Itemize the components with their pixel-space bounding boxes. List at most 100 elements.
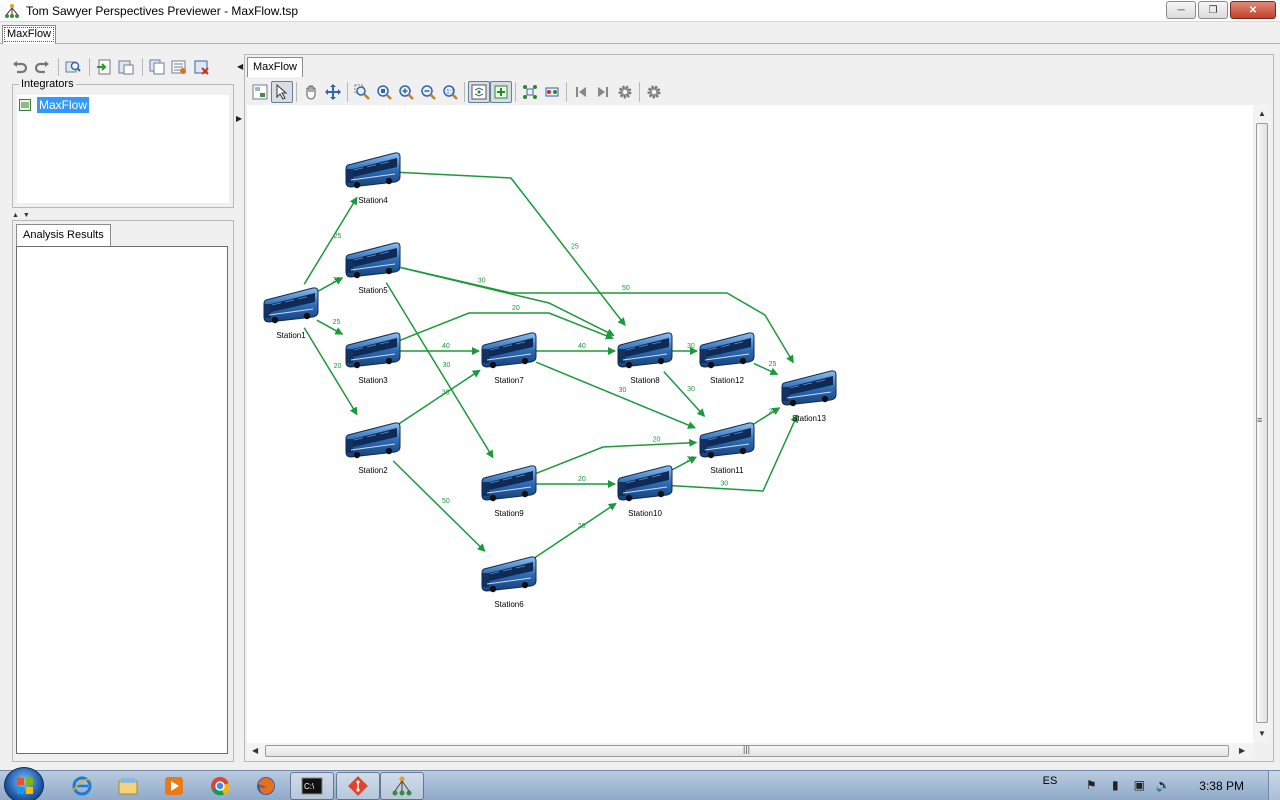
taskbar-git[interactable] <box>336 772 380 800</box>
copy-button[interactable] <box>147 57 167 77</box>
settings-button[interactable] <box>614 81 636 103</box>
taskbar-media-player[interactable] <box>152 772 196 800</box>
first-step-button[interactable] <box>570 81 592 103</box>
edge-n1-n2[interactable] <box>303 327 358 416</box>
taskbar-perspectives[interactable] <box>380 772 424 800</box>
scroll-down-icon[interactable]: ▼ <box>1258 729 1266 738</box>
edge-n8-n11[interactable] <box>663 371 706 417</box>
taskbar-clock[interactable]: 3:38 PM <box>1199 779 1244 793</box>
panel-splitter[interactable]: ◀ ▶ <box>236 52 243 764</box>
find-button[interactable] <box>63 57 83 77</box>
zoom-in-button[interactable] <box>395 81 417 103</box>
taskbar-console[interactable]: C:\ <box>290 772 334 800</box>
edge-n5-n9[interactable] <box>385 282 494 459</box>
zoom-area-button[interactable] <box>351 81 373 103</box>
action-center-icon[interactable]: ⚑ <box>1083 778 1099 794</box>
bus-icon <box>617 465 673 502</box>
tab-maxflow-graph[interactable]: MaxFlow <box>247 57 304 77</box>
node-station2[interactable]: Station2 <box>345 422 401 475</box>
node-station12[interactable]: Station12 <box>699 332 755 385</box>
volume-icon[interactable]: 🔈 <box>1155 778 1171 794</box>
last-step-button[interactable] <box>592 81 614 103</box>
overview-button[interactable] <box>249 81 271 103</box>
layout-button[interactable] <box>490 81 512 103</box>
splitter-arrows[interactable]: ▲▼ <box>12 212 34 219</box>
edge-n2-n6[interactable] <box>392 460 486 552</box>
edge-capacity-label: 20 <box>653 437 661 444</box>
edge-capacity-label: 30 <box>687 456 695 463</box>
undo-icon <box>13 61 28 74</box>
delete-button[interactable] <box>191 57 211 77</box>
last-icon <box>598 87 608 97</box>
node-station11[interactable]: Station11 <box>699 422 755 475</box>
node-station8[interactable]: Station8 <box>617 332 673 385</box>
taskbar-firefox[interactable] <box>244 772 288 800</box>
scroll-up-icon[interactable]: ▲ <box>1258 109 1266 118</box>
pan-tool-button[interactable] <box>300 81 322 103</box>
edge-n6-n10[interactable] <box>533 502 617 560</box>
restore-button[interactable]: ❐ <box>1198 1 1228 19</box>
zoom-out-icon <box>421 85 436 100</box>
edge-capacity-label: 50 <box>622 285 630 292</box>
node-station7[interactable]: Station7 <box>481 332 537 385</box>
network-icon[interactable]: ▣ <box>1131 778 1147 794</box>
import-button[interactable] <box>94 57 114 77</box>
integrator-item-maxflow[interactable]: MaxFlow <box>19 97 90 113</box>
close-button[interactable]: ✕ <box>1230 1 1276 19</box>
toolbar-separator <box>639 82 640 102</box>
graph-canvas[interactable]: 25 30 25 20 25 50 30 30 40 20 30 50 40 30 30 30 25 20 20 20… <box>247 105 1255 743</box>
node-station3[interactable]: Station3 <box>345 332 401 385</box>
node-station10[interactable]: Station10 <box>617 465 673 518</box>
edge-capacity-label: 20 <box>769 408 777 415</box>
battery-icon[interactable]: ▮ <box>1107 778 1123 794</box>
taskbar-file-explorer[interactable] <box>106 772 150 800</box>
start-button[interactable] <box>4 767 44 800</box>
title-bar: Tom Sawyer Perspectives Previewer - MaxF… <box>0 0 1280 22</box>
node-station13[interactable]: Station13 <box>781 370 837 423</box>
options-button[interactable] <box>643 81 665 103</box>
undo-button[interactable] <box>10 57 30 77</box>
grip-icon: ≡ <box>1257 415 1263 425</box>
node-station6[interactable]: Station6 <box>481 556 537 609</box>
edge-n7-n11[interactable] <box>535 361 696 429</box>
taskbar-chrome[interactable] <box>198 772 242 800</box>
show-desktop-button[interactable] <box>1268 771 1280 800</box>
zoom-actual-button[interactable]: 1:1 <box>439 81 461 103</box>
scroll-right-icon[interactable]: ▶ <box>1239 746 1245 755</box>
edge-n4-n8[interactable] <box>399 171 626 327</box>
zoom-out-button[interactable] <box>417 81 439 103</box>
edge-capacity-label: 40 <box>578 343 586 350</box>
select-tool-button[interactable] <box>271 81 293 103</box>
vertical-scrollbar[interactable]: ▲ ≡ ▼ <box>1253 105 1271 743</box>
move-tool-button[interactable] <box>322 81 344 103</box>
internet-explorer-icon <box>72 776 92 796</box>
zoom-to-fit-button[interactable] <box>373 81 395 103</box>
minimize-button[interactable]: ─ <box>1166 1 1196 19</box>
move-icon <box>325 84 341 100</box>
node-station1[interactable]: Station1 <box>263 287 319 340</box>
properties-button[interactable] <box>169 57 189 77</box>
export-button[interactable] <box>116 57 136 77</box>
language-indicator[interactable]: ES <box>1043 775 1058 787</box>
import-icon <box>97 59 111 75</box>
tab-maxflow-document[interactable]: MaxFlow <box>2 25 57 44</box>
taskbar-internet-explorer[interactable] <box>60 772 104 800</box>
integrators-tree: MaxFlow <box>17 95 229 203</box>
bus-icon <box>617 332 673 369</box>
fit-window-button[interactable] <box>468 81 490 103</box>
media-player-icon <box>165 777 183 795</box>
edge-n3-n8[interactable] <box>399 312 614 341</box>
node-station5[interactable]: Station5 <box>345 242 401 295</box>
incremental-layout-button[interactable] <box>519 81 541 103</box>
horizontal-scrollbar[interactable]: ◀ ||| ▶ <box>247 743 1253 759</box>
apply-layout-button[interactable] <box>541 81 563 103</box>
node-label: Station4 <box>358 196 388 205</box>
node-station9[interactable]: Station9 <box>481 465 537 518</box>
tab-analysis-results[interactable]: Analysis Results <box>16 224 111 246</box>
node-station4[interactable]: Station4 <box>345 152 401 205</box>
network-graph[interactable]: 25 30 25 20 25 50 30 30 40 20 30 50 40 30 30 30 25 20 20 20… <box>247 105 1255 743</box>
delete-icon <box>194 60 209 75</box>
toolbar-separator <box>89 58 90 76</box>
redo-button[interactable] <box>32 57 52 77</box>
scroll-left-icon[interactable]: ◀ <box>252 746 258 755</box>
